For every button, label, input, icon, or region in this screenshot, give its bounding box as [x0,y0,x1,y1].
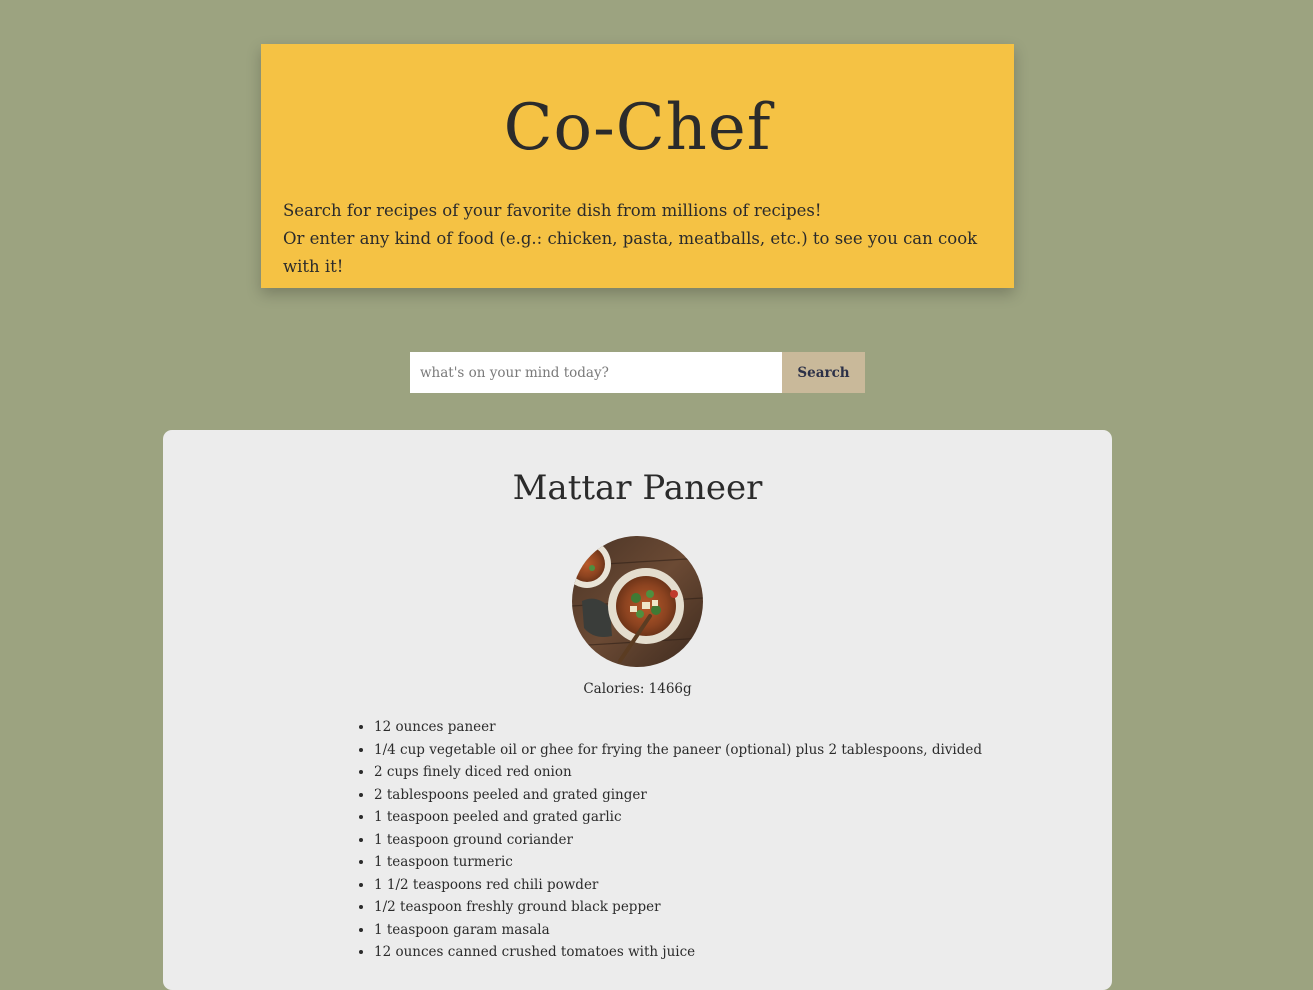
ingredient-item: 12 ounces paneer [374,716,982,739]
ingredient-item: 12 ounces canned crushed tomatoes with j… [374,941,982,964]
ingredient-item: 2 tablespoons peeled and grated ginger [374,784,982,807]
ingredient-item: 1 teaspoon peeled and grated garlic [374,806,982,829]
ingredients-list: 12 ounces paneer 1/4 cup vegetable oil o… [374,716,982,964]
ingredient-item: 1 teaspoon ground coriander [374,829,982,852]
hero-banner: Co-Chef Search for recipes of your favor… [261,44,1014,288]
recipe-card: Mattar Paneer Calories: 1466g • 12 ounce… [163,430,1112,990]
ingredient-item: 1/2 teaspoon freshly ground black pepper [374,896,982,919]
ingredient-item: 1 teaspoon turmeric [374,851,982,874]
ingredient-item: 1/4 cup vegetable oil or ghee for frying… [374,739,982,762]
search-input[interactable] [410,352,782,393]
description-line-1: Search for recipes of your favorite dish… [283,201,822,220]
app-title: Co-Chef [503,91,772,165]
recipe-image [572,536,703,667]
description-line-2: Or enter any kind of food (e.g.: chicken… [283,229,978,276]
recipe-photo [572,536,703,667]
search-button[interactable]: Search [782,352,865,393]
app-description: Search for recipes of your favorite dish… [283,197,1014,281]
search-bar: Search [410,352,865,393]
recipe-title: Mattar Paneer [512,468,763,508]
ingredient-item: 1 teaspoon garam masala [374,919,982,942]
ingredient-item: 2 cups finely diced red onion [374,761,982,784]
ingredient-item: 1 1/2 teaspoons red chili powder [374,874,982,897]
calories-label: Calories: 1466g [583,681,692,697]
